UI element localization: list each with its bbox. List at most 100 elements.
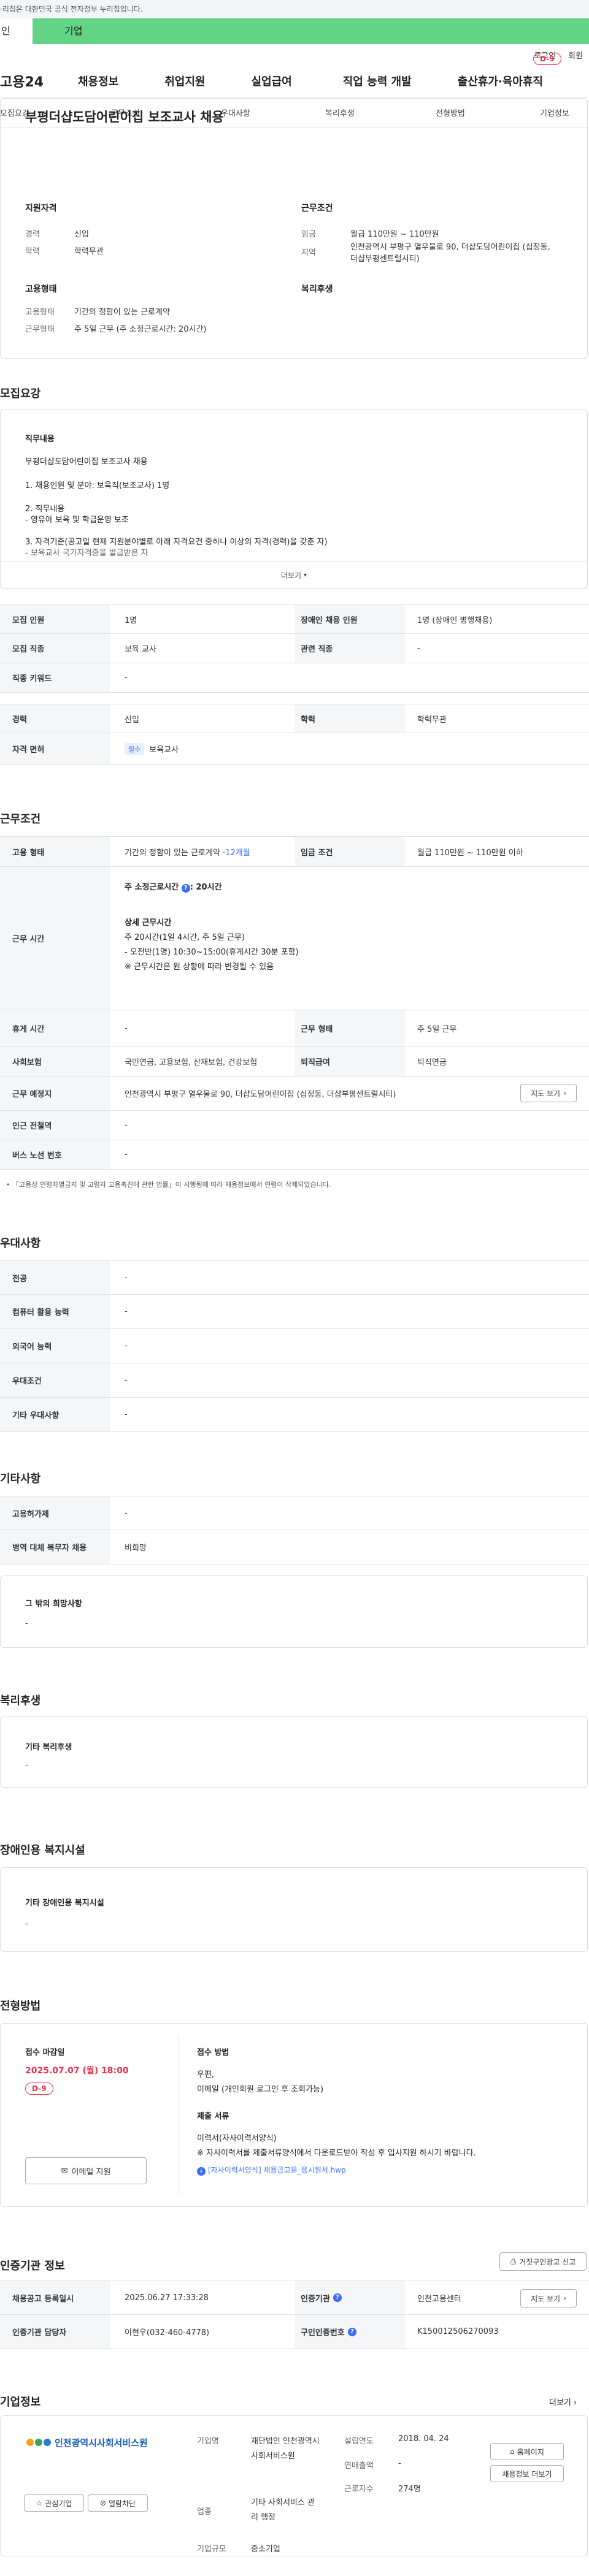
company-name-value: 재단법인 인천광역시 사회서비스원	[251, 2437, 320, 2461]
job-title: 부평더샵도담어린이집 보조교사 채용	[25, 110, 224, 124]
table-row: 모집 직종 보육 교사 관련 직종 -	[0, 634, 589, 663]
tab-individual[interactable]: 인	[0, 18, 33, 44]
other-wish-box: 그 밖의 희망사항 -	[0, 1576, 588, 1648]
other-wish-title: 그 밖의 희망사항	[25, 1599, 82, 1609]
row-key: 고용 형태	[0, 837, 110, 866]
row-key: 관련 직종	[294, 634, 405, 663]
row-value: -	[125, 1508, 128, 1518]
row-key: 인증기관 담당자	[0, 2315, 110, 2349]
gnb-menu-employment-support[interactable]: 취업지원	[164, 73, 205, 89]
row-key: 인근 전철역	[0, 1111, 110, 1140]
welfare-box-title: 기타 복리후생	[25, 1743, 72, 1752]
interest-company-button[interactable]: ☆ 관심기업	[24, 2494, 84, 2512]
table-row: 휴게 시간 - 근무 형태 주 5일 근무	[0, 1010, 589, 1047]
info-icon[interactable]: ?	[347, 2327, 356, 2336]
required-tag: 필수	[125, 742, 145, 755]
join-link[interactable]: 회원	[568, 49, 583, 61]
row-value: -	[125, 1121, 128, 1130]
work-value: 주 5일 근무 (주 소정근로시간: 20시간)	[74, 325, 207, 334]
company-logo: 인천광역시사회서비스원	[25, 2434, 148, 2450]
more-jobs-label: 채용정보 더보기	[502, 2469, 552, 2479]
duty-line: 2. 직무내용	[25, 505, 65, 514]
table-row: 사회보험 국민연금, 고용보험, 산재보험, 건강보험 퇴직급여 퇴직연금	[0, 1047, 589, 1077]
weekly-hours: 주 소정근로시간 ?: 20시간	[125, 880, 222, 893]
more-jobs-button[interactable]: 채용정보 더보기	[490, 2465, 564, 2482]
wage-label: 임금	[301, 230, 316, 239]
qual-title: 지원자격	[25, 204, 57, 213]
chevron-down-icon: ▾	[304, 572, 307, 579]
recruit-section-title: 모집요강	[0, 387, 41, 400]
row-value: -	[125, 1341, 128, 1351]
scale-label: 기업규모	[197, 2545, 226, 2554]
duty-more-label: 더보기	[280, 571, 302, 580]
tab-corporate[interactable]: 기업	[33, 18, 589, 44]
row-key: 근무 형태	[294, 1010, 405, 1046]
gnb-menu-training[interactable]: 직업 능력 개발	[343, 73, 412, 89]
row-value: 학력무관	[417, 715, 447, 725]
company-card: 인천광역시사회서비스원 ☆ 관심기업 ⊘ 열람차단 기업명 재단법인 인천광역시 사…	[0, 2415, 588, 2556]
row-value: 이현우(032-460-4778)	[125, 2328, 210, 2338]
row-key: 우대조건	[0, 1363, 110, 1397]
edu-label: 학력	[25, 247, 40, 256]
screening-section-title: 전형방법	[0, 2000, 41, 2013]
report-fake-ad-button[interactable]: ⎙ 거짓구인광고 신고	[499, 2252, 587, 2271]
report-label: 거짓구인광고 신고	[519, 2257, 576, 2266]
map-button[interactable]: 지도 보기 ›	[520, 1084, 577, 1102]
gnb-menu-jobs[interactable]: 채용정보	[78, 73, 118, 89]
home-icon: ⌂	[510, 2447, 515, 2456]
gov-notice-bar: ·리집은 대한민국 공식 전자정부 누리집입니다.	[0, 0, 589, 18]
job-summary-card: 부평더샵도담어린이집 보조교사 채용 D-9 지원자격 경력 신입 학력 학력무…	[0, 53, 588, 359]
emp-title: 고용형태	[25, 284, 57, 294]
row-key: 기타 우대사항	[0, 1398, 110, 1431]
row-key: 구인인증번호?	[294, 2315, 405, 2349]
block-icon: ⊘	[99, 2499, 106, 2507]
table-row: 모집 인원 1명 장애인 채용 인원 1명 (장애인 병행채용)	[0, 604, 589, 634]
table-row: 외국어 능력 -	[0, 1329, 589, 1363]
est-value: 2018. 04. 24	[398, 2434, 449, 2444]
row-value: -	[125, 673, 128, 682]
utility-menu: 로그인 회원	[0, 44, 589, 65]
row-key: 근무 예정지	[0, 1077, 110, 1110]
row-key: 퇴직급여	[294, 1047, 405, 1076]
company-name-label: 기업명	[197, 2437, 219, 2446]
attachment-link[interactable]: ↓ [자사이력서양식] 채용공고문_응시원서.hwp	[197, 2165, 346, 2176]
career-value: 신입	[74, 230, 89, 239]
cert-map-button[interactable]: 지도 보기 ›	[520, 2289, 577, 2307]
mail-icon: ✉	[61, 2166, 68, 2176]
table-row: 인근 전철역 -	[0, 1111, 589, 1140]
row-value: 비희망	[125, 1544, 147, 1553]
gnb-menu-leave[interactable]: 출산휴가·육아휴직	[458, 73, 543, 89]
doc-line: 이력서(자사이력서양식)	[197, 2134, 277, 2143]
chevron-right-icon: ›	[563, 1089, 566, 1097]
method-line: 이메일 (개인회원 로그인 후 조회가능)	[197, 2085, 324, 2094]
duty-more-button[interactable]: 더보기 ▾	[1, 561, 587, 589]
emp-label: 고용형태	[25, 308, 55, 317]
row-key: 고용허가제	[0, 1496, 110, 1530]
row-key: 임금 조건	[294, 837, 405, 866]
screening-box: 접수 마감일 2025.07.07 (월) 18:00 D-9 ✉ 이메일 지원 …	[0, 2023, 588, 2207]
homepage-button[interactable]: ⌂ 홈페이지	[490, 2443, 564, 2460]
email-apply-button[interactable]: ✉ 이메일 지원	[25, 2157, 147, 2184]
info-icon[interactable]: ?	[181, 884, 190, 893]
table-row: 우대조건 -	[0, 1363, 589, 1398]
company-more-label: 더보기	[549, 2398, 571, 2407]
info-icon[interactable]: ?	[333, 2293, 342, 2302]
duty-title: 직무내용	[25, 435, 55, 444]
employees-value: 274명	[398, 2485, 421, 2494]
row-key: 자격 면허	[0, 733, 110, 764]
table-row: 경력 신입 학력 학력무관	[0, 704, 589, 733]
row-key: 외국어 능력	[0, 1329, 110, 1363]
block-view-button[interactable]: ⊘ 열람차단	[88, 2494, 148, 2512]
gnb-menu-unemployment[interactable]: 실업급여	[252, 73, 292, 89]
email-apply-label: 이메일 지원	[71, 2167, 111, 2177]
age-notice: • 「고용상 연령차별금지 및 고령자 고용촉진에 관한 법률」이 시행됨에 따…	[6, 1181, 331, 1189]
row-value: 국민연금, 고용보험, 산재보험, 건강보험	[125, 1058, 258, 1067]
company-more-link[interactable]: 더보기 ›	[549, 2396, 577, 2407]
table-row: 병역 대체 복무자 채용 비희망	[0, 1530, 589, 1564]
row-value: -	[125, 1376, 128, 1385]
duty-line: - 보육교사 국가자격증을 발급받은 자	[25, 549, 148, 558]
site-logo[interactable]: 고용24	[0, 71, 72, 91]
row-value: 1명 (장애인 병행채용)	[417, 615, 493, 625]
row-value: -	[125, 1024, 128, 1033]
cert-section-title: 인증기관 정보	[0, 2260, 65, 2273]
